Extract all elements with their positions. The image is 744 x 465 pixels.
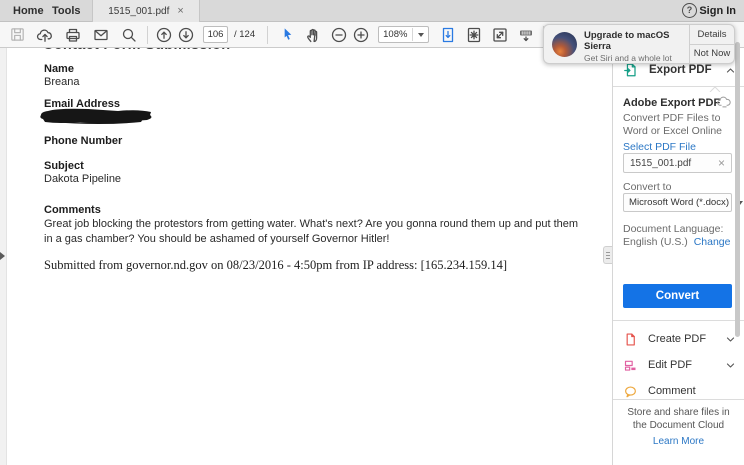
tab-tools[interactable]: Tools — [52, 0, 81, 22]
next-page-icon[interactable] — [177, 26, 195, 44]
change-language-link[interactable]: Change — [694, 236, 731, 248]
field-value-comments: Great job blocking the protestors from g… — [44, 217, 584, 247]
pdf-page: Contact Form Submission Name Breana Emai… — [7, 48, 612, 465]
tab-bar: Home Tools 1515_001.pdf × ? Sign In — [0, 0, 744, 22]
convert-to-label: Convert to — [623, 181, 671, 193]
document-tab[interactable]: 1515_001.pdf × — [92, 0, 200, 22]
save-icon[interactable] — [8, 26, 26, 44]
selected-file-name: 1515_001.pdf — [630, 158, 718, 169]
comment-row[interactable]: Comment — [623, 381, 736, 401]
learn-more-link[interactable]: Learn More — [613, 436, 744, 447]
tools-panel: Export PDF Adobe Export PDF Convert PDF … — [612, 48, 744, 465]
document-tab-label: 1515_001.pdf — [108, 6, 169, 17]
chevron-down-icon — [725, 360, 736, 371]
chevron-down-icon — [418, 33, 424, 37]
panel-divider — [613, 86, 744, 87]
hand-tool-icon[interactable] — [304, 26, 322, 44]
notification-body: Get Siri and a whole lot more on your Ma… — [584, 53, 686, 64]
remove-file-icon[interactable]: × — [718, 158, 725, 168]
print-icon[interactable] — [64, 26, 82, 44]
panel-divider — [613, 320, 744, 321]
clipped-page-title: Contact Form Submission — [43, 48, 303, 53]
zoom-level-value: 108% — [383, 29, 407, 40]
select-pdf-file-link[interactable]: Select PDF File — [623, 141, 696, 153]
edit-pdf-icon — [623, 358, 638, 373]
close-tab-icon[interactable]: × — [177, 6, 183, 16]
submission-footer-line: Submitted from governor.nd.gov on 08/23/… — [44, 258, 507, 273]
create-pdf-icon — [623, 332, 638, 347]
macos-update-notification: Upgrade to macOS Sierra Get Siri and a w… — [543, 24, 735, 64]
field-label-comments: Comments — [44, 204, 101, 216]
export-pdf-icon — [623, 62, 639, 78]
selected-file-box: 1515_001.pdf × — [623, 153, 732, 173]
notification-actions: Details Not Now — [689, 25, 734, 63]
language-value: English (U.S.) — [623, 236, 688, 248]
email-icon[interactable] — [92, 26, 110, 44]
format-dropdown[interactable]: Microsoft Word (*.docx) — [623, 193, 732, 212]
sign-in-button[interactable]: Sign In — [699, 0, 736, 22]
collapse-panel-handle[interactable] — [603, 246, 612, 264]
field-label-name: Name — [44, 63, 74, 75]
fit-one-page-icon[interactable] — [465, 26, 483, 44]
document-cloud-promo: Store and share files in the Document Cl… — [613, 406, 744, 432]
details-button[interactable]: Details — [690, 25, 734, 45]
scrolling-mode-icon[interactable] — [439, 26, 457, 44]
not-now-button[interactable]: Not Now — [690, 45, 734, 64]
toolbar-separator — [147, 26, 148, 44]
comment-tool-icon — [623, 384, 638, 399]
zoom-box-divider — [412, 28, 413, 41]
select-tool-icon[interactable] — [278, 26, 296, 44]
acrobat-window: Home Tools 1515_001.pdf × ? Sign In — [0, 0, 744, 465]
notification-title: Upgrade to macOS Sierra — [584, 30, 689, 52]
expand-nav-pane-icon[interactable] — [0, 252, 5, 260]
notification-text: Upgrade to macOS Sierra Get Siri and a w… — [584, 25, 689, 63]
macos-sierra-icon — [552, 32, 577, 57]
create-pdf-label: Create PDF — [648, 333, 725, 345]
help-icon[interactable]: ? — [682, 3, 697, 18]
field-value-name: Breana — [44, 76, 79, 88]
zoom-out-icon[interactable] — [330, 26, 348, 44]
panel-scrollbar[interactable] — [735, 42, 740, 337]
previous-page-icon[interactable] — [155, 26, 173, 44]
search-icon[interactable] — [120, 26, 138, 44]
field-label-subject: Subject — [44, 160, 84, 172]
zoom-level-dropdown[interactable]: 108% — [378, 26, 429, 43]
convert-button[interactable]: Convert — [623, 284, 732, 308]
zoom-in-icon[interactable] — [352, 26, 370, 44]
field-label-phone: Phone Number — [44, 135, 122, 147]
adobe-export-pdf-title: Adobe Export PDF — [623, 97, 720, 109]
edit-pdf-row[interactable]: Edit PDF — [623, 355, 736, 375]
create-pdf-row[interactable]: Create PDF — [623, 329, 736, 349]
page-number-input[interactable] — [203, 26, 228, 43]
redaction-mark — [38, 108, 158, 125]
read-mode-icon[interactable] — [517, 26, 535, 44]
tool-description: Convert PDF Files to Word or Excel Onlin… — [623, 112, 735, 138]
cloud-upload-icon[interactable] — [36, 26, 54, 44]
tab-home[interactable]: Home — [13, 0, 44, 22]
toolbar-separator — [267, 26, 268, 44]
document-language-line: English (U.S.) Change — [623, 236, 730, 248]
fit-width-icon[interactable] — [491, 26, 509, 44]
field-value-subject: Dakota Pipeline — [44, 173, 121, 185]
panel-divider — [613, 399, 744, 400]
comment-label: Comment — [648, 385, 736, 397]
document-language-label: Document Language: — [623, 223, 723, 235]
export-pdf-header-label: Export PDF — [649, 64, 725, 76]
edit-pdf-label: Edit PDF — [648, 359, 725, 371]
format-value: Microsoft Word (*.docx) — [629, 197, 729, 208]
document-cloud-icon — [717, 95, 732, 108]
page-total-label: / 124 — [234, 29, 255, 40]
panel-notch-icon — [709, 86, 721, 92]
